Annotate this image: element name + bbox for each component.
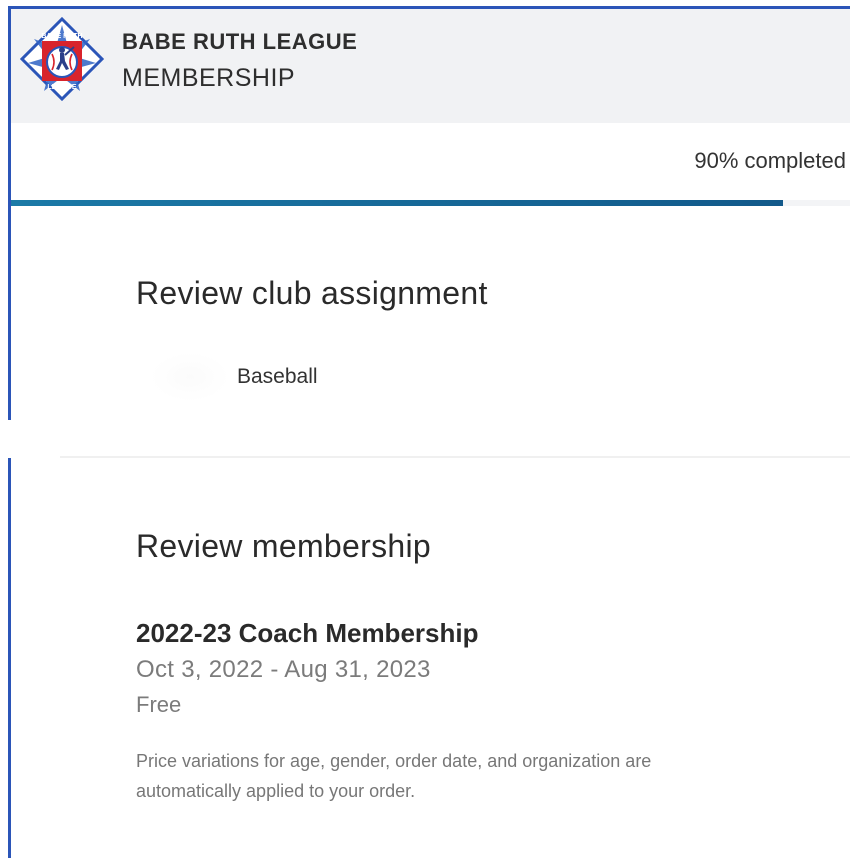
progress-label: 90% completed [694, 148, 846, 173]
babe-ruth-league-logo[interactable]: BABE RUTH LEAGUE [20, 17, 104, 101]
section-gap [0, 420, 850, 458]
membership-section-title: Review membership [136, 528, 431, 564]
logo-text-bottom: LEAGUE [47, 84, 77, 91]
page: BABE RUTH LEAGUE BABE RUTH LEAGUE MEMBER… [0, 0, 850, 858]
club-section-title: Review club assignment [136, 275, 488, 311]
section-divider [60, 456, 850, 458]
club-logo [150, 352, 230, 402]
membership-name: 2022-23 Coach Membership [136, 618, 479, 648]
progress-bar-fill [11, 200, 783, 206]
logo-text-top: BABE RUTH [41, 33, 82, 40]
progress-bar [11, 200, 850, 206]
price-variation-note: Price variations for age, gender, order … [136, 751, 652, 801]
brand-subtitle: MEMBERSHIP [122, 64, 296, 92]
membership-dates: Oct 3, 2022 - Aug 31, 2023 [136, 656, 431, 683]
frame-left-border [8, 458, 11, 858]
membership-price: Free [136, 692, 182, 717]
club-name: Baseball [237, 365, 318, 388]
app-header: BABE RUTH LEAGUE BABE RUTH LEAGUE MEMBER… [11, 9, 850, 123]
brand-name: BABE RUTH LEAGUE [122, 29, 358, 54]
